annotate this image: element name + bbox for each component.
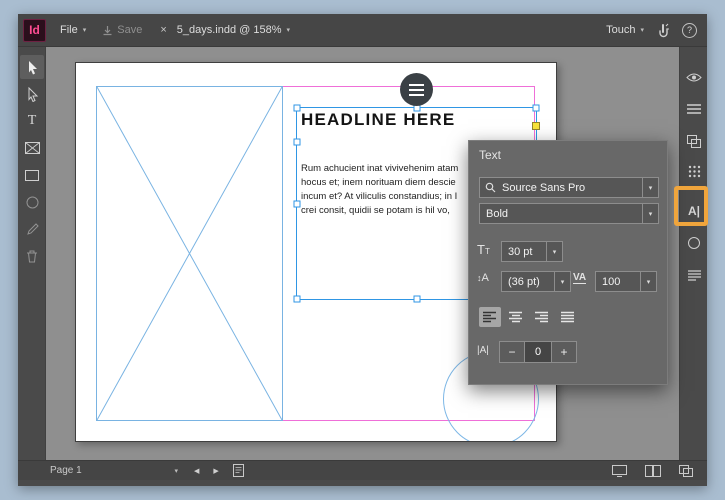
headline-text[interactable]: HEADLINE HERE xyxy=(301,110,455,130)
chevron-down-icon[interactable]: ▾ xyxy=(642,178,658,197)
font-size-select[interactable]: 30 pt ▾ xyxy=(501,241,563,262)
page-thumbnail-icon[interactable] xyxy=(232,464,244,477)
workspace-switcher[interactable]: Touch ▾ xyxy=(606,24,644,36)
panel-dock: A| xyxy=(679,47,707,460)
chevron-down-icon: ▾ xyxy=(286,27,291,34)
align-left-button[interactable] xyxy=(479,307,501,327)
frame-handle-top-left[interactable] xyxy=(293,104,301,112)
previous-page-button[interactable]: ◀ xyxy=(194,467,199,475)
tracking-value: 100 xyxy=(602,275,621,288)
indesign-logo: Id xyxy=(23,18,46,42)
search-icon xyxy=(480,182,496,193)
file-menu-label: File xyxy=(60,24,78,36)
font-style-value: Bold xyxy=(486,207,509,220)
save-button[interactable]: Save xyxy=(102,24,142,36)
selection-tool-button[interactable] xyxy=(20,55,44,79)
highlight-callout-box xyxy=(674,186,708,226)
frame-handle-mid-left[interactable] xyxy=(293,200,301,207)
indesign-window: Id File ▾ Save × 5_days.indd @ 158% ▾ To… xyxy=(18,14,708,486)
align-center-button[interactable] xyxy=(505,307,527,327)
page-tool-button[interactable] xyxy=(20,82,44,106)
paragraph-panel-button[interactable] xyxy=(682,263,706,287)
chevron-down-icon: ▾ xyxy=(82,27,87,34)
baseline-shift-icon: |A| xyxy=(477,345,489,356)
chevron-down-icon: ▾ xyxy=(174,467,178,475)
help-button[interactable]: ? xyxy=(682,22,697,38)
screen-mode-icon[interactable] xyxy=(612,464,627,477)
document-tab[interactable]: 5_days.indd @ 158% ▾ xyxy=(177,24,290,36)
tools-panel: T xyxy=(18,47,46,460)
frame-handle-top-right[interactable] xyxy=(532,104,540,112)
context-menu-button[interactable] xyxy=(400,73,433,106)
font-size-icon: TT xyxy=(477,242,490,257)
leading-icon: ↕ A xyxy=(477,272,489,284)
baseline-shift-value[interactable]: 0 xyxy=(525,341,551,363)
decrement-button[interactable]: − xyxy=(499,341,525,363)
image-placeholder-frame[interactable] xyxy=(96,86,283,421)
chevron-down-icon[interactable]: ▾ xyxy=(640,272,656,291)
shapes-panel-button[interactable] xyxy=(682,231,706,255)
workspace-label: Touch xyxy=(606,24,636,36)
close-tab-icon[interactable]: × xyxy=(160,24,166,36)
chevron-down-icon[interactable]: ▾ xyxy=(546,242,562,261)
increment-button[interactable]: + xyxy=(551,341,577,363)
tracking-icon: VA xyxy=(573,272,587,284)
delete-tool-button[interactable] xyxy=(20,244,44,268)
document-tab-label: 5_days.indd @ 158% xyxy=(176,24,282,36)
frame-tool-button[interactable] xyxy=(20,136,44,160)
menu-bar xyxy=(409,83,424,86)
type-tool-button[interactable]: T xyxy=(20,109,44,133)
grid-panel-button[interactable] xyxy=(682,159,706,183)
menu-lines-button[interactable] xyxy=(682,97,706,121)
next-page-button[interactable]: ▶ xyxy=(213,467,218,475)
leading-value: (36 pt) xyxy=(508,275,540,288)
pencil-tool-button[interactable] xyxy=(20,217,44,241)
menu-bar xyxy=(409,88,424,91)
font-family-value: Source Sans Pro xyxy=(502,181,586,194)
frame-handle-bottom-center[interactable] xyxy=(413,295,420,303)
save-icon xyxy=(102,25,113,36)
frame-handle-bottom-left[interactable] xyxy=(293,295,301,303)
spread-view-icon[interactable] xyxy=(645,464,661,477)
rectangle-tool-button[interactable] xyxy=(20,163,44,187)
chevron-down-icon[interactable]: ▾ xyxy=(642,204,658,223)
tracking-select[interactable]: 100 ▾ xyxy=(595,271,657,292)
menubar: Id File ▾ Save × 5_days.indd @ 158% ▾ To… xyxy=(18,14,707,47)
font-size-value: 30 pt xyxy=(508,245,533,258)
statusbar: Page 1 ▾ ◀ ▶ xyxy=(18,460,707,480)
text-panel: Text Source Sans Pro ▾ Bold ▾ TT 30 pt ▾… xyxy=(468,140,668,385)
corner-options-handle[interactable] xyxy=(532,122,540,130)
font-style-select[interactable]: Bold ▾ xyxy=(479,203,659,224)
page-select-label: Page 1 xyxy=(50,465,82,476)
menu-bar xyxy=(409,93,424,96)
ellipse-tool-button[interactable] xyxy=(20,190,44,214)
page-select[interactable]: Page 1 ▾ xyxy=(50,465,178,476)
save-label: Save xyxy=(117,24,143,36)
file-menu[interactable]: File ▾ xyxy=(60,24,86,36)
type-tool-icon: T xyxy=(27,113,37,128)
chevron-down-icon[interactable]: ▾ xyxy=(554,272,570,291)
text-panel-title: Text xyxy=(479,148,502,162)
touch-gesture-icon[interactable] xyxy=(656,23,670,38)
leading-select[interactable]: (36 pt) ▾ xyxy=(501,271,571,292)
font-family-select[interactable]: Source Sans Pro ▾ xyxy=(479,177,659,198)
pages-panel-button[interactable] xyxy=(682,129,706,153)
align-justify-button[interactable] xyxy=(557,307,579,327)
align-right-button[interactable] xyxy=(531,307,553,327)
preview-eye-button[interactable] xyxy=(682,65,706,89)
frame-inport-handle[interactable] xyxy=(293,138,301,146)
pages-view-icon[interactable] xyxy=(679,464,693,477)
chevron-down-icon: ▾ xyxy=(640,27,644,34)
